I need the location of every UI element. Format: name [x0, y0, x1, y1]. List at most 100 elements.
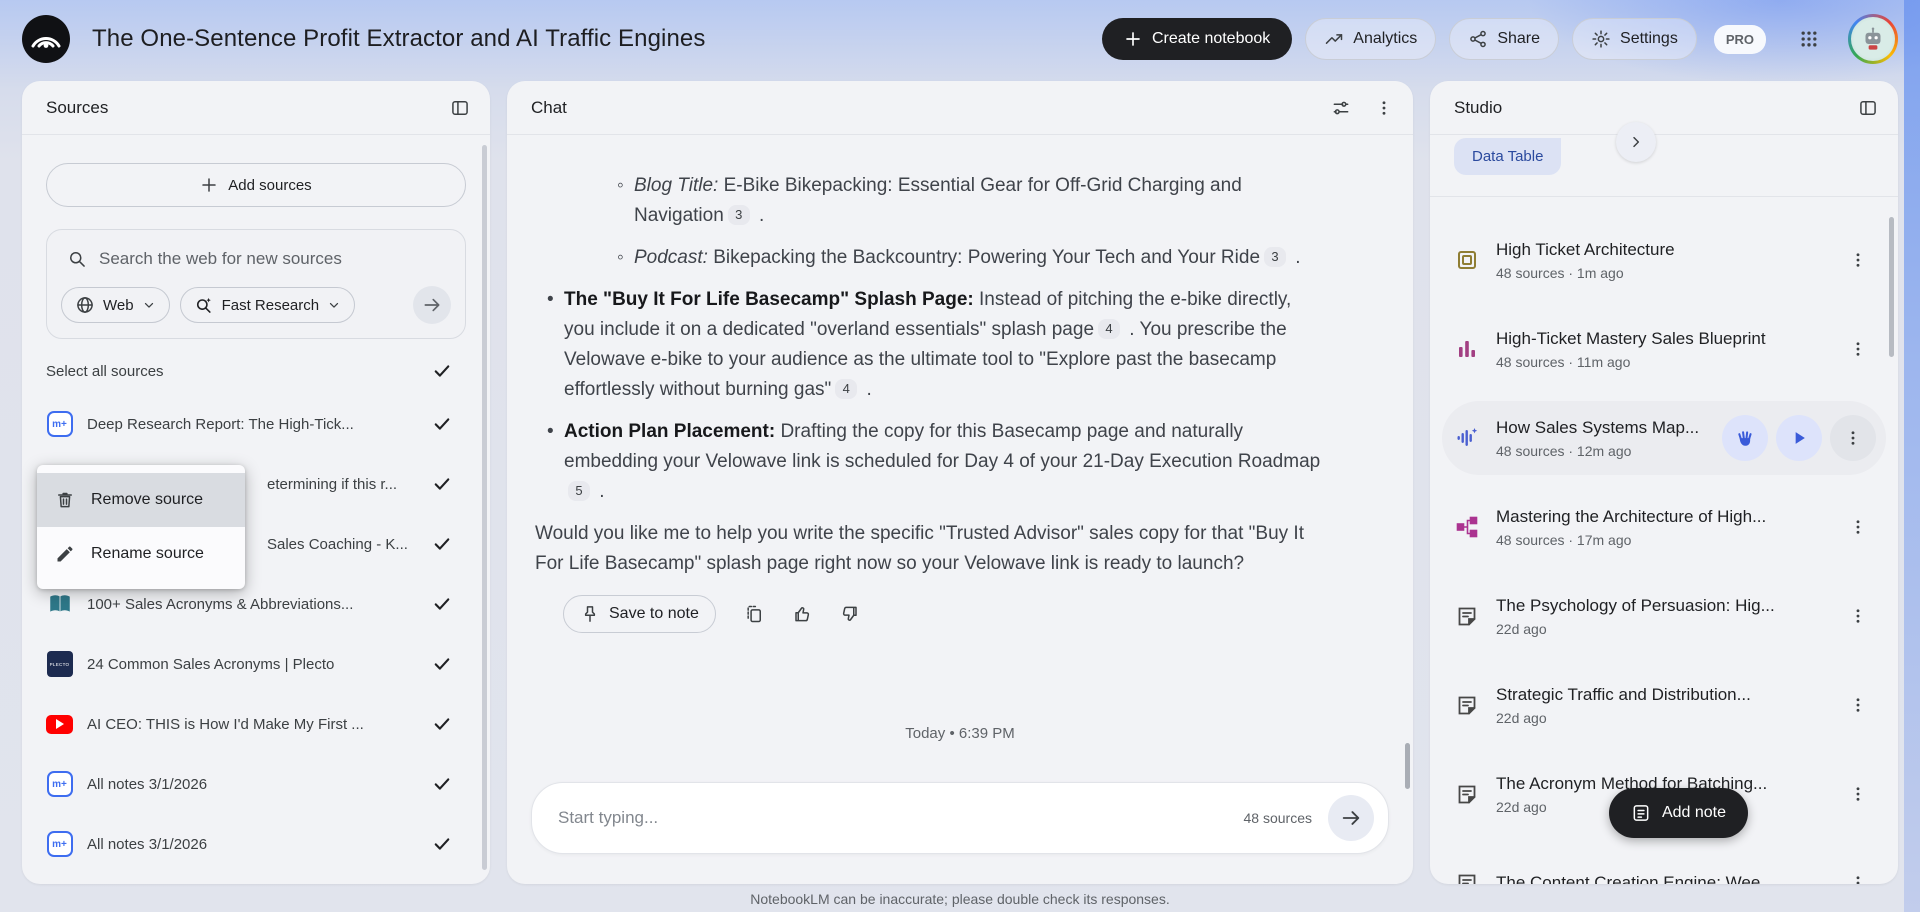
account-avatar[interactable]	[1848, 14, 1898, 64]
studio-item-menu-button[interactable]	[1840, 776, 1876, 812]
notebook-title[interactable]: The One-Sentence Profit Extractor and AI…	[92, 25, 705, 53]
chat-sub-bullet: ◦ Podcast: Bikepacking the Backcountry: P…	[617, 243, 1325, 273]
citation-chip[interactable]: 5	[568, 481, 590, 501]
source-row[interactable]: m+ All notes 3/1/2026	[22, 754, 490, 814]
thumbs-up-icon[interactable]	[792, 604, 812, 624]
citation-chip[interactable]: 3	[727, 205, 750, 225]
citation-chip[interactable]: 4	[835, 379, 858, 399]
studio-item-menu-button[interactable]	[1840, 687, 1876, 723]
studio-item-row[interactable]: Strategic Traffic and Distribution... 22d…	[1442, 668, 1886, 742]
studio-panel-header: Studio	[1430, 81, 1898, 135]
rename-source-menu-item[interactable]: Rename source	[37, 527, 245, 581]
studio-item-meta: 48 sources · 17m ago	[1496, 531, 1632, 548]
studio-item-title: High-Ticket Mastery Sales Blueprint	[1496, 328, 1766, 348]
search-filter-row: Web Fast Research	[61, 286, 451, 324]
search-submit-button[interactable]	[413, 286, 451, 324]
chat-more-menu-icon[interactable]	[1375, 99, 1393, 117]
web-filter-chip[interactable]: Web	[61, 287, 170, 323]
studio-scrollbar[interactable]	[1889, 217, 1894, 357]
studio-expand-button[interactable]	[1616, 122, 1656, 162]
studio-item-title: The Content Creation Engine: Wee...	[1496, 873, 1775, 884]
studio-item-menu-button[interactable]	[1840, 865, 1876, 884]
add-note-label: Add note	[1661, 804, 1726, 821]
sources-collapse-button[interactable]	[450, 98, 470, 118]
studio-item-title: High Ticket Architecture	[1496, 239, 1675, 259]
studio-item-texts: The Psychology of Persuasion: Hig... 22d …	[1496, 596, 1775, 637]
source-row[interactable]: m+ Deep Research Report: The High-Tick...	[22, 394, 490, 454]
chat-input-box[interactable]: Start typing... 48 sources	[531, 782, 1389, 854]
doc-icon	[1454, 603, 1480, 629]
studio-item-texts: Mastering the Architecture of High... 48 …	[1496, 507, 1766, 548]
chat-scrollbar[interactable]	[1405, 743, 1410, 789]
studio-item-row[interactable]: Mastering the Architecture of High... 48 …	[1442, 490, 1886, 564]
share-icon	[1468, 29, 1488, 49]
save-to-note-button[interactable]: Save to note	[563, 595, 716, 633]
source-checkbox[interactable]	[432, 594, 452, 614]
notebooklm-logo-icon[interactable]	[22, 15, 70, 63]
studio-item-menu-button[interactable]	[1830, 415, 1876, 461]
create-notebook-button[interactable]: Create notebook	[1101, 18, 1293, 60]
research-mode-chip[interactable]: Fast Research	[179, 287, 356, 323]
citation-chip[interactable]: 4	[1098, 319, 1121, 339]
source-row[interactable]: m+ All notes 3/1/2026	[22, 814, 490, 874]
source-row[interactable]: AI CEO: THIS is How I'd Make My First ..…	[22, 694, 490, 754]
disclaimer-text: NotebookLM can be inaccurate; please dou…	[750, 891, 1170, 907]
select-all-checkbox[interactable]	[432, 361, 452, 381]
trash-icon	[55, 490, 75, 510]
studio-item-row[interactable]: The Psychology of Persuasion: Hig... 22d …	[1442, 579, 1886, 653]
studio-item-row[interactable]: High-Ticket Mastery Sales Blueprint 48 so…	[1442, 312, 1886, 386]
studio-item-menu-button[interactable]	[1840, 242, 1876, 278]
studio-item-menu-button[interactable]	[1840, 598, 1876, 634]
plecto-favicon: PLECTO	[46, 651, 73, 678]
google-apps-button[interactable]	[1789, 19, 1829, 59]
share-button[interactable]: Share	[1449, 18, 1560, 60]
studio-item-menu-button[interactable]	[1840, 509, 1876, 545]
sources-scrollbar[interactable]	[482, 145, 487, 870]
source-checkbox[interactable]	[432, 534, 452, 554]
chat-blocks: ◦ Blog Title: E-Bike Bikepacking: Essenti…	[535, 171, 1325, 507]
doc-icon	[1454, 870, 1480, 884]
main-panels: Sources Add sources Search the web for n…	[22, 81, 1898, 884]
studio-item-row[interactable]: The Content Creation Engine: Wee...	[1442, 846, 1886, 884]
add-sources-button[interactable]: Add sources	[46, 163, 466, 207]
studio-item-title: Strategic Traffic and Distribution...	[1496, 684, 1751, 704]
source-title: All notes 3/1/2026	[87, 775, 208, 793]
send-button[interactable]	[1328, 795, 1374, 841]
data-table-chip-label: Data Table	[1472, 148, 1544, 165]
add-note-button[interactable]: Add note	[1608, 788, 1748, 838]
chat-settings-icon[interactable]	[1331, 98, 1351, 118]
source-checkbox[interactable]	[432, 414, 452, 434]
source-row[interactable]: PLECTO 24 Common Sales Acronyms | Plecto	[22, 634, 490, 694]
copy-icon[interactable]	[744, 604, 764, 624]
source-checkbox[interactable]	[432, 834, 452, 854]
studio-item-row[interactable]: How Sales Systems Map... 48 sources · 12m…	[1442, 401, 1886, 475]
source-checkbox[interactable]	[432, 654, 452, 674]
remove-source-menu-item[interactable]: Remove source	[37, 473, 245, 527]
chat-panel: Chat ◦ Blog Title: E-Bike Bikepacking: Es…	[507, 81, 1413, 884]
settings-button[interactable]: Settings	[1572, 18, 1697, 60]
plus-icon	[200, 176, 218, 194]
search-input[interactable]: Search the web for new sources	[61, 242, 451, 276]
bullet-text: Action Plan Placement: Drafting the copy…	[564, 421, 1321, 502]
studio-item-row[interactable]: High Ticket Architecture 48 sources · 1m …	[1442, 223, 1886, 297]
studio-panel-title: Studio	[1454, 97, 1503, 117]
source-checkbox[interactable]	[432, 774, 452, 794]
data-table-chip[interactable]: Data Table	[1454, 138, 1562, 175]
citation-chip[interactable]: 3	[1264, 247, 1287, 267]
analytics-button[interactable]: Analytics	[1305, 18, 1437, 60]
avatar-image	[1851, 17, 1895, 61]
bullet-lead: Blog Title:	[634, 175, 719, 196]
studio-item-menu-button[interactable]	[1840, 331, 1876, 367]
studio-item-meta: 22d ago	[1496, 709, 1547, 726]
play-button[interactable]	[1776, 415, 1822, 461]
thumbs-down-icon[interactable]	[840, 604, 860, 624]
chevron-right-icon	[1628, 134, 1644, 150]
chat-input-placeholder: Start typing...	[558, 808, 659, 827]
source-checkbox[interactable]	[432, 714, 452, 734]
source-title: 100+ Sales Acronyms & Abbreviations...	[87, 595, 354, 613]
chat-panel-title: Chat	[531, 97, 567, 117]
interactive-mode-button[interactable]	[1722, 415, 1768, 461]
chat-sub-bullet: ◦ Blog Title: E-Bike Bikepacking: Essenti…	[617, 171, 1325, 231]
studio-collapse-button[interactable]	[1858, 98, 1878, 118]
source-checkbox[interactable]	[432, 474, 452, 494]
